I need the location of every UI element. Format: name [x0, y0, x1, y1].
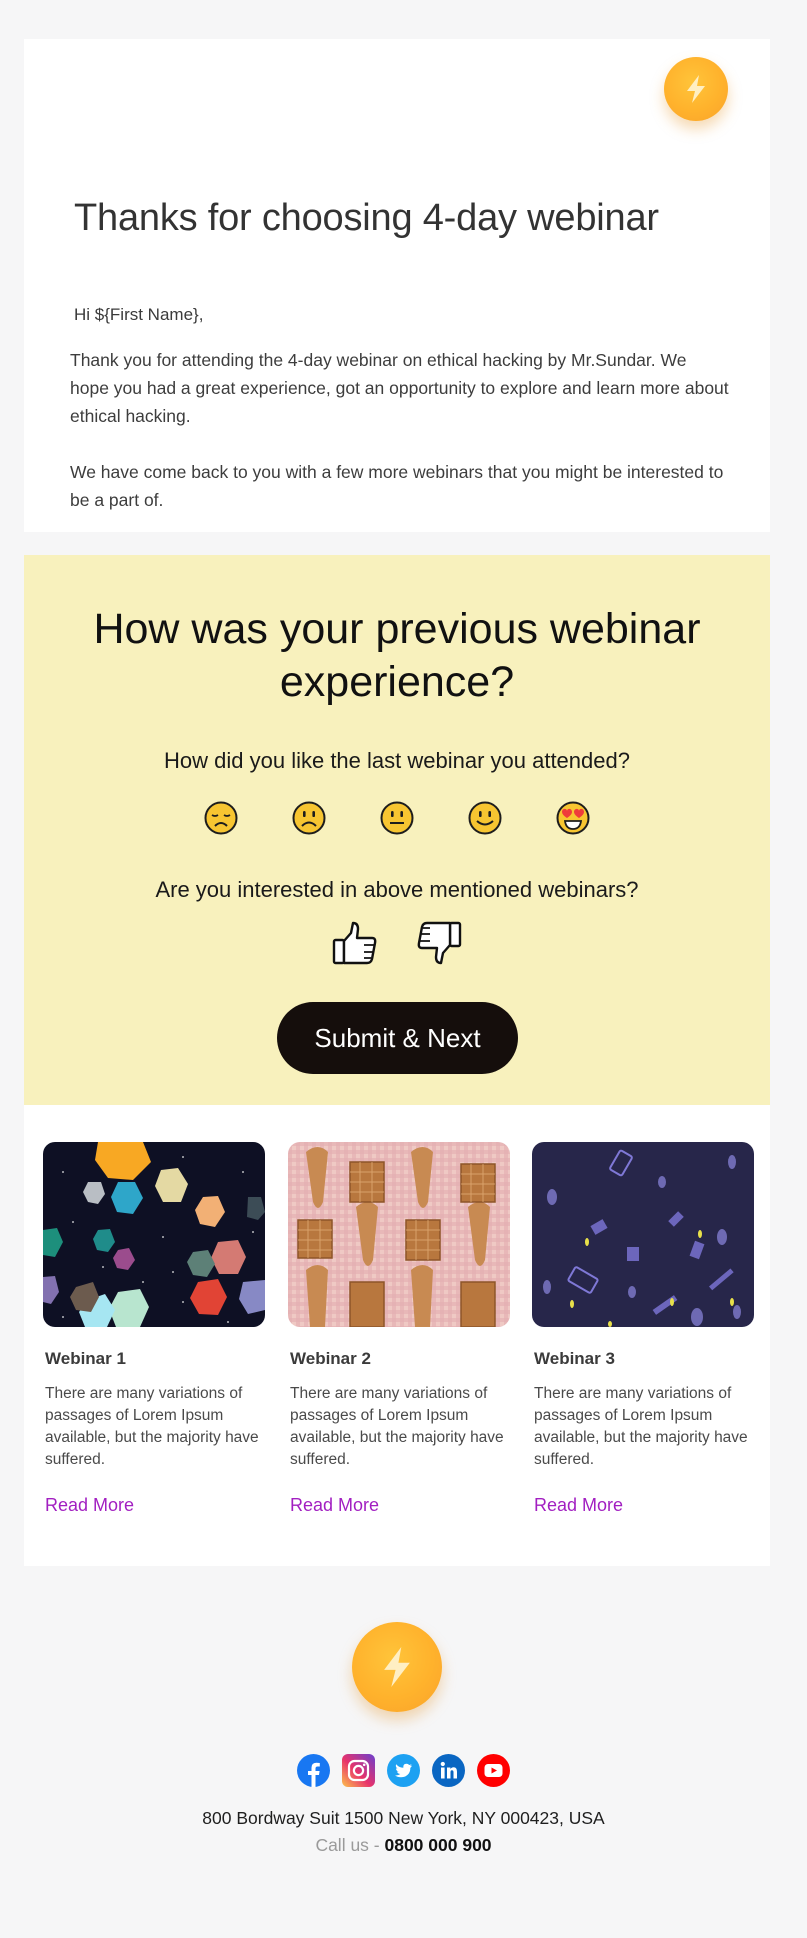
survey-section: How was your previous webinar experience… [24, 555, 770, 1105]
thumbs-up-icon[interactable] [331, 919, 379, 967]
social-links [0, 1754, 807, 1787]
intro-title: Thanks for choosing 4-day webinar [74, 197, 659, 239]
footer-logo[interactable] [352, 1622, 442, 1712]
greeting: Hi ${First Name}, [74, 305, 204, 324]
interest-options [24, 919, 770, 967]
linkedin-icon[interactable] [432, 1754, 465, 1787]
submit-next-button[interactable]: Submit & Next [277, 1002, 518, 1074]
brand-logo[interactable] [664, 57, 728, 121]
webinar-3-image[interactable] [532, 1142, 754, 1327]
rating-question: How did you like the last webinar you at… [164, 748, 630, 773]
youtube-icon[interactable] [477, 1754, 510, 1787]
facebook-icon[interactable] [297, 1754, 330, 1787]
lightning-bolt-icon [384, 1647, 410, 1687]
intro-paragraph-1: Thank you for attending the 4-day webina… [70, 350, 729, 426]
webinar-title: Webinar 1 [45, 1349, 126, 1368]
lightning-bolt-icon [687, 75, 705, 103]
webinar-title: Webinar 3 [534, 1349, 615, 1368]
intro-paragraph-2: We have come back to you with a few more… [70, 462, 724, 510]
webinars-section: Webinar 1 There are many variations of p… [24, 1105, 770, 1566]
webinar-description: There are many variations of passages of… [534, 1385, 748, 1468]
footer-address: 800 Bordway Suit 1500 New York, NY 00042… [202, 1808, 605, 1828]
survey-title: How was your previous webinar experience… [93, 605, 701, 706]
read-more-link[interactable]: Read More [43, 1495, 134, 1516]
frowning-face-icon[interactable] [292, 801, 326, 835]
heart-eyes-face-icon[interactable] [556, 801, 590, 835]
interest-question: Are you interested in above mentioned we… [155, 877, 639, 902]
phone-number-link[interactable]: 0800 000 900 [384, 1835, 491, 1855]
read-more-link[interactable]: Read More [288, 1495, 379, 1516]
webinar-description: There are many variations of passages of… [290, 1385, 504, 1468]
instagram-icon[interactable] [342, 1754, 375, 1787]
thumbs-down-icon[interactable] [415, 919, 463, 967]
webinar-2-image[interactable] [288, 1142, 510, 1327]
webinar-description: There are many variations of passages of… [45, 1385, 259, 1468]
twitter-icon[interactable] [387, 1754, 420, 1787]
disappointed-face-icon[interactable] [204, 801, 238, 835]
slightly-smiling-face-icon[interactable] [468, 801, 502, 835]
neutral-face-icon[interactable] [380, 801, 414, 835]
webinar-card: Webinar 3 There are many variations of p… [532, 1142, 754, 1516]
footer-contact: Call us - 0800 000 900 [0, 1835, 807, 1856]
read-more-link[interactable]: Read More [532, 1495, 623, 1516]
webinar-card: Webinar 1 There are many variations of p… [43, 1142, 265, 1516]
webinar-title: Webinar 2 [290, 1349, 371, 1368]
intro-card: Thanks for choosing 4-day webinar Hi ${F… [24, 39, 770, 532]
call-us-label: Call us - [315, 1835, 385, 1855]
rating-options [24, 801, 770, 835]
webinar-card: Webinar 2 There are many variations of p… [288, 1142, 510, 1516]
webinar-1-image[interactable] [43, 1142, 265, 1327]
